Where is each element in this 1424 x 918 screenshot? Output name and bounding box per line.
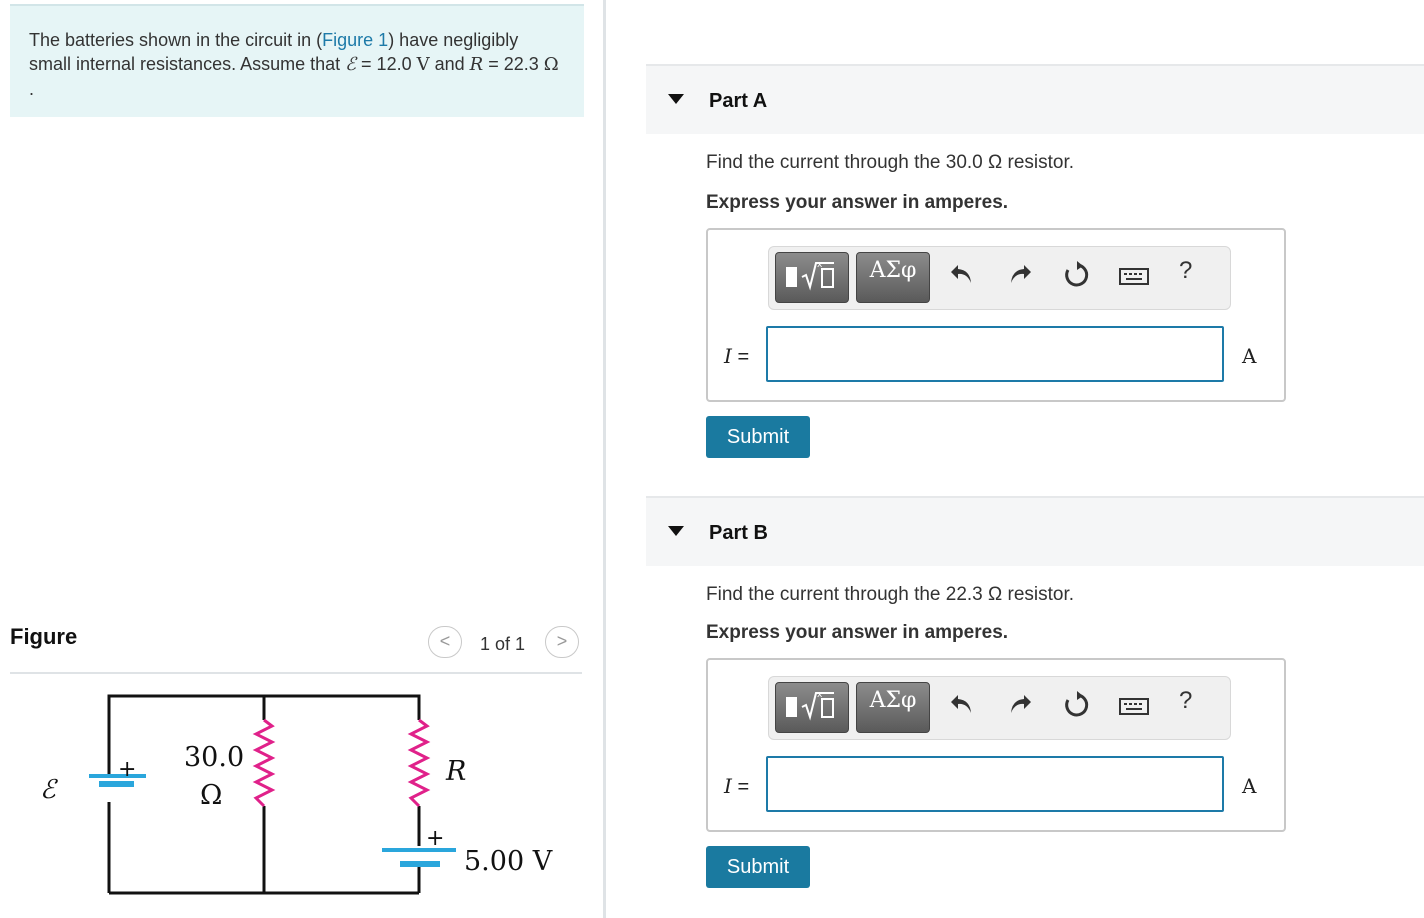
collapse-arrow-icon (668, 94, 684, 104)
emf-symbol: ℰ (345, 54, 357, 75)
left-panel: The batteries shown in the circuit in (F… (0, 0, 604, 918)
part-b-instruction: Express your answer in amperes. (706, 622, 1009, 643)
resistor-30-ohm (252, 718, 276, 808)
unit-label: A (1242, 344, 1257, 368)
figure-pager: 1 of 1 (480, 634, 526, 654)
svg-text:x: x (817, 260, 823, 270)
help-button[interactable]: ? (1179, 257, 1192, 285)
redo-icon[interactable] (1007, 261, 1033, 287)
emf-unit: V (416, 54, 430, 75)
part-b-question: Find the current through the 22.3 Ω resi… (706, 584, 1075, 605)
equals-sign: = (731, 346, 750, 368)
part-b-submit-button[interactable]: Submit (706, 846, 810, 888)
part-b-header[interactable]: Part B (646, 496, 1424, 566)
chevron-left-icon: < (439, 631, 451, 651)
help-button[interactable]: ? (1179, 687, 1192, 715)
variable-symbol: I (724, 774, 732, 798)
part-b-title: Part B (709, 522, 768, 544)
resistor-value-label: 30.0 (184, 742, 244, 773)
undo-icon[interactable] (949, 261, 975, 287)
unit-label: A (1242, 774, 1257, 798)
battery-5v (382, 848, 456, 867)
redo-icon[interactable] (1007, 691, 1033, 717)
part-a-submit-button[interactable]: Submit (706, 416, 810, 458)
problem-text: . (29, 79, 35, 99)
part-b-answer-input[interactable] (766, 756, 1224, 812)
templates-button[interactable]: x (775, 682, 849, 733)
r-value: = 22.3 (483, 54, 544, 74)
equals-sign: = (731, 776, 750, 798)
part-a-answer-box: x ΑΣφ ? I = A (706, 228, 1286, 402)
resistor-unit-label: Ω (200, 780, 222, 811)
variable-label: I = (724, 344, 749, 369)
column-divider (603, 0, 606, 918)
templates-button[interactable]: x (775, 252, 849, 303)
emf-label: ℰ (40, 775, 58, 805)
r-symbol: R (469, 54, 484, 75)
templates-icon: x (786, 690, 834, 721)
prev-figure-button[interactable]: < (428, 626, 462, 658)
battery2-label: 5.00 V (464, 846, 553, 877)
next-figure-button[interactable]: > (545, 626, 579, 658)
math-toolbar: x ΑΣφ ? (768, 676, 1231, 740)
problem-statement: The batteries shown in the circuit in (F… (10, 4, 584, 117)
variable-symbol: I (724, 344, 732, 368)
problem-text: and (429, 54, 470, 74)
keyboard-icon[interactable] (1119, 697, 1149, 717)
undo-icon[interactable] (949, 691, 975, 717)
keyboard-icon[interactable] (1119, 267, 1149, 287)
collapse-arrow-icon (668, 526, 684, 536)
resistor-r (407, 718, 431, 808)
part-a-header[interactable]: Part A (646, 64, 1424, 134)
greek-symbols-button[interactable]: ΑΣφ (856, 252, 930, 303)
figure-title: Figure (10, 624, 78, 649)
battery2-plus-label: + (426, 826, 444, 851)
templates-icon: x (786, 260, 834, 291)
part-a-title: Part A (709, 90, 768, 112)
figure-divider (10, 672, 582, 674)
part-a-question: Find the current through the 30.0 Ω resi… (706, 152, 1075, 173)
circuit-diagram: + ℰ 30.0 Ω R + 5.00 V (40, 694, 553, 895)
chevron-right-icon: > (556, 631, 568, 651)
reset-icon[interactable] (1063, 261, 1091, 289)
figure-link[interactable]: Figure 1 (322, 30, 388, 50)
battery-plus-label: + (118, 757, 136, 782)
reset-icon[interactable] (1063, 691, 1091, 719)
part-a-answer-input[interactable] (766, 326, 1224, 382)
greek-symbols-button[interactable]: ΑΣφ (856, 682, 930, 733)
svg-text:x: x (817, 690, 823, 700)
part-b-answer-box: x ΑΣφ ? I = A (706, 658, 1286, 832)
problem-text: The batteries shown in the circuit in ( (29, 30, 323, 50)
r-label: R (445, 756, 466, 787)
math-toolbar: x ΑΣφ ? (768, 246, 1231, 310)
part-a-instruction: Express your answer in amperes. (706, 192, 1009, 213)
emf-value: = 12.0 (356, 54, 417, 74)
variable-label: I = (724, 774, 749, 799)
r-unit: Ω (543, 54, 559, 75)
